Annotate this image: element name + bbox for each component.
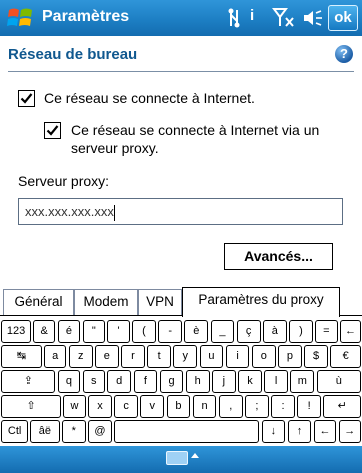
key-row1-4[interactable]: ' — [107, 319, 130, 343]
connectivity-icon[interactable] — [226, 7, 242, 29]
proxy-checkbox-label-line2[interactable]: serveur proxy. — [71, 138, 159, 158]
advanced-button[interactable]: Avancés... — [224, 243, 333, 270]
proxy-checkbox-label-line1[interactable]: Ce réseau se connecte à Internet via un — [71, 120, 319, 140]
internet-checkbox[interactable] — [18, 90, 35, 107]
key-row2-10[interactable]: p — [278, 344, 302, 368]
key-row2-0[interactable]: ↹ — [1, 344, 42, 368]
key-row3-9[interactable]: l — [264, 369, 289, 393]
soft-keyboard: 123 & é " '(- è _ ç à) = ← ↹ a z e r t y u i o p $ € ⇪ q s d f g h j k l m… — [0, 315, 362, 446]
key-row2-9[interactable]: o — [251, 344, 276, 368]
key-row2-5[interactable]: t — [147, 344, 172, 368]
key-row4-3[interactable]: c — [114, 394, 138, 418]
key-row5-0[interactable]: Ctl — [1, 419, 28, 443]
page-title: Réseau de bureau — [8, 46, 138, 63]
key-row1-8[interactable]: _ — [210, 319, 235, 343]
info-icon[interactable]: i — [250, 7, 260, 29]
key-row1-3[interactable]: " — [82, 319, 105, 343]
key-row4-2[interactable]: x — [88, 394, 112, 418]
key-row5-2[interactable]: * — [61, 419, 86, 443]
key-row4-7[interactable]: , — [218, 394, 243, 418]
key-row5-1[interactable]: âë — [30, 419, 60, 443]
key-row3-2[interactable]: s — [82, 369, 105, 393]
ok-button[interactable]: ok — [328, 5, 358, 31]
key-row1-6[interactable]: - — [158, 319, 183, 343]
key-row5-6[interactable]: ↑ — [287, 419, 312, 443]
key-row5-3[interactable]: @ — [88, 419, 112, 443]
key-row1-5[interactable]: ( — [132, 319, 156, 343]
page-header: Réseau de bureau ? — [0, 36, 362, 72]
key-row1-0[interactable]: 123 — [1, 319, 31, 343]
key-row5-5[interactable]: ↓ — [261, 419, 286, 443]
key-row1-1[interactable]: & — [33, 319, 56, 343]
tab-modem[interactable]: Modem — [74, 289, 138, 315]
key-row4-10[interactable]: ! — [297, 394, 322, 418]
key-row3-7[interactable]: j — [211, 369, 236, 393]
key-row4-0[interactable]: ⇧ — [1, 394, 61, 418]
speaker-icon[interactable] — [302, 7, 324, 29]
key-row2-6[interactable]: y — [173, 344, 198, 368]
text-cursor — [113, 204, 115, 221]
menu-bar — [0, 446, 362, 473]
header-divider — [8, 71, 354, 72]
key-row1-10[interactable]: à — [262, 319, 287, 343]
key-row2-1[interactable]: a — [44, 344, 67, 368]
key-row3-3[interactable]: d — [107, 369, 132, 393]
tab-general[interactable]: Général — [3, 289, 74, 315]
key-row3-1[interactable]: q — [57, 369, 81, 393]
key-row4-6[interactable]: n — [192, 394, 217, 418]
checkmark-icon — [20, 93, 33, 104]
proxy-server-input[interactable]: xxx.xxx.xxx.xxx — [18, 198, 343, 225]
key-row3-4[interactable]: f — [133, 369, 158, 393]
key-row2-2[interactable]: z — [68, 344, 93, 368]
signal-no-service-icon[interactable] — [272, 7, 302, 29]
key-row3-11[interactable]: ù — [316, 369, 361, 393]
app-title[interactable]: Paramètres — [42, 8, 129, 26]
key-row1-12[interactable]: = — [315, 319, 338, 343]
checkmark-icon — [46, 125, 59, 136]
key-row1-13[interactable]: ← — [339, 319, 361, 343]
key-row4-11[interactable]: ↵ — [323, 394, 361, 418]
key-row2-8[interactable]: i — [225, 344, 250, 368]
windows-logo-icon[interactable] — [6, 4, 34, 32]
key-row2-12[interactable]: € — [330, 344, 361, 368]
key-row1-11[interactable]: ) — [289, 319, 313, 343]
key-row1-9[interactable]: ç — [236, 319, 261, 343]
proxy-server-label: Serveur proxy: — [18, 173, 110, 189]
proxy-server-value: xxx.xxx.xxx.xxx — [25, 204, 114, 219]
key-row5-7[interactable]: ← — [313, 419, 337, 443]
key-row1-2[interactable]: é — [57, 319, 81, 343]
key-row1-7[interactable]: è — [184, 319, 209, 343]
key-row3-6[interactable]: h — [185, 369, 210, 393]
key-row2-11[interactable]: $ — [304, 344, 328, 368]
tab-proxy-settings[interactable]: Paramètres du proxy — [182, 287, 340, 317]
input-menu-arrow-icon[interactable] — [191, 453, 199, 458]
proxy-checkbox[interactable] — [44, 122, 61, 139]
title-bar: Paramètres i ok — [0, 0, 362, 36]
key-row5-8[interactable]: → — [338, 419, 361, 443]
help-icon[interactable]: ? — [335, 45, 353, 63]
key-row3-5[interactable]: g — [159, 369, 184, 393]
internet-checkbox-label[interactable]: Ce réseau se connecte à Internet. — [44, 88, 255, 108]
key-row4-4[interactable]: v — [140, 394, 165, 418]
key-row2-4[interactable]: r — [121, 344, 145, 368]
key-row4-8[interactable]: ; — [245, 394, 269, 418]
key-row4-9[interactable]: : — [271, 394, 295, 418]
key-row4-5[interactable]: b — [166, 394, 191, 418]
key-row3-0[interactable]: ⇪ — [1, 369, 56, 393]
key-row2-7[interactable]: u — [199, 344, 224, 368]
key-row3-8[interactable]: k — [238, 369, 262, 393]
key-row2-3[interactable]: e — [94, 344, 119, 368]
tab-vpn[interactable]: VPN — [138, 289, 182, 315]
key-row3-10[interactable]: m — [290, 369, 315, 393]
keyboard-icon[interactable] — [166, 451, 188, 465]
tab-strip: Général Modem VPN Paramètres du proxy — [0, 287, 362, 317]
screen: Paramètres i ok Réseau de bureau ? Ce ré… — [0, 0, 362, 473]
key-row4-1[interactable]: w — [63, 394, 86, 418]
space-key[interactable] — [114, 419, 260, 443]
